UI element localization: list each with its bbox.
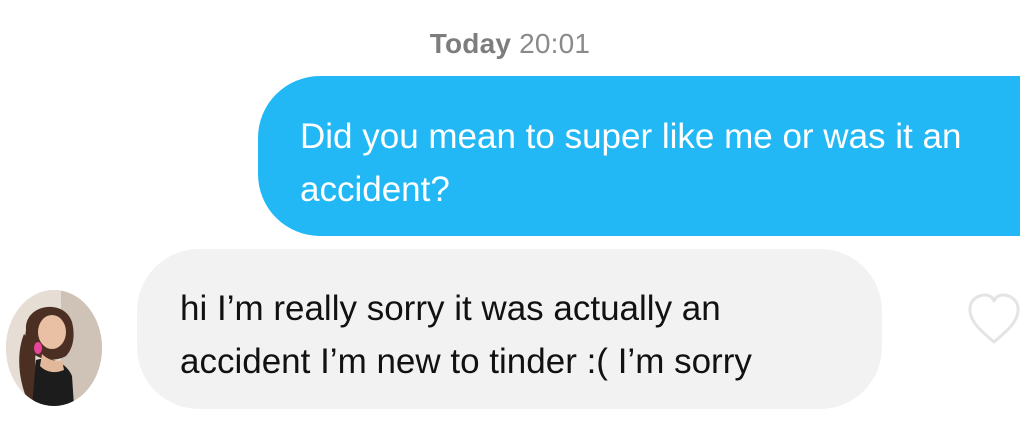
received-message-text: hi I’m really sorry it was actually an a… — [180, 289, 752, 381]
like-message-button[interactable] — [965, 290, 1020, 348]
received-message-bubble[interactable]: hi I’m really sorry it was actually an a… — [137, 249, 882, 409]
timestamp-day: Today — [429, 28, 512, 59]
avatar-photo — [6, 290, 102, 406]
timestamp-time: 20:01 — [519, 28, 591, 59]
message-timestamp: Today 20:01 — [0, 28, 1020, 60]
sent-message-text: Did you mean to super like me or was it … — [300, 117, 962, 209]
sender-avatar[interactable] — [6, 290, 102, 406]
sent-message-bubble[interactable]: Did you mean to super like me or was it … — [258, 76, 1020, 236]
heart-outline-icon — [968, 293, 1020, 344]
